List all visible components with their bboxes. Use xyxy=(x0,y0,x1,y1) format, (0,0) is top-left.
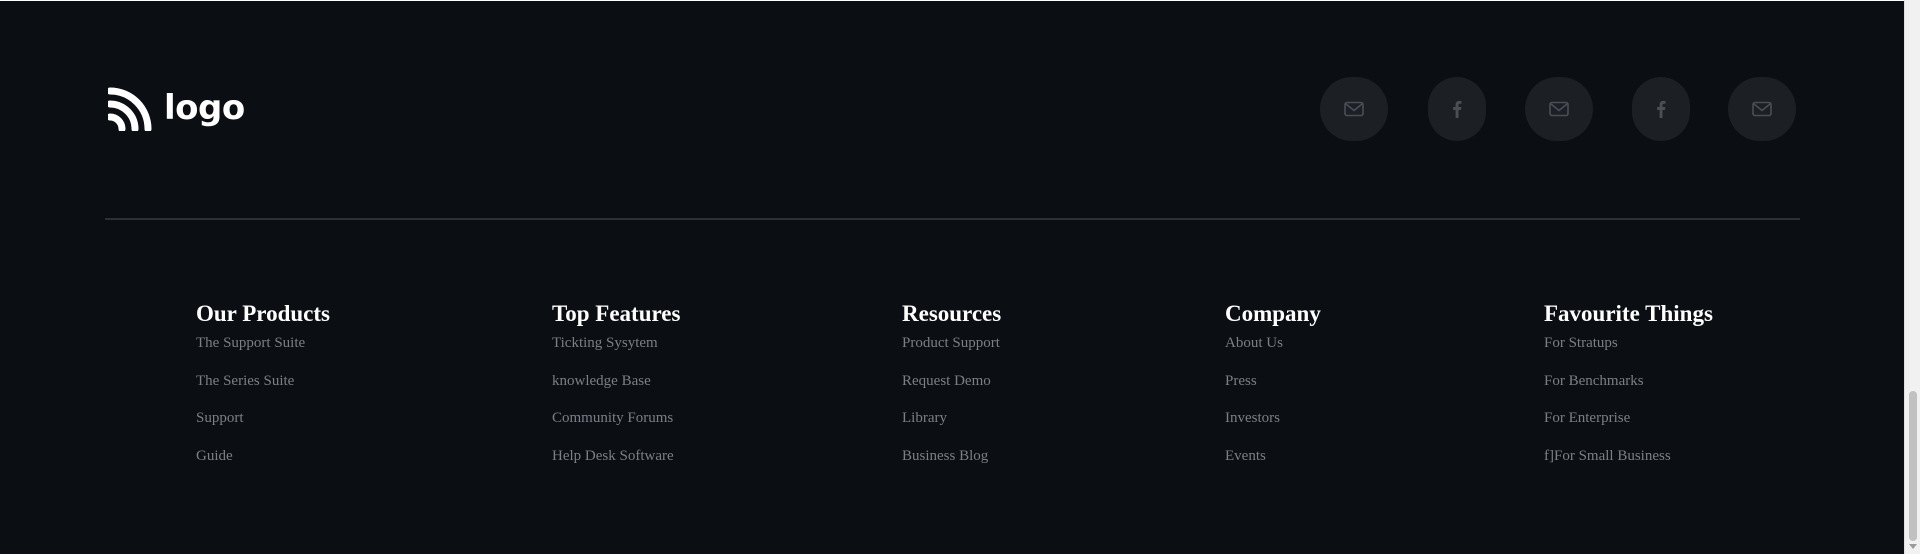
column-title: Favourite Things xyxy=(1544,301,1713,326)
footer-link[interactable]: Investors xyxy=(1225,410,1280,426)
footer-link[interactable]: The Series Suite xyxy=(196,373,294,389)
facebook-icon xyxy=(1657,100,1666,118)
footer-link[interactable]: For Enterprise xyxy=(1544,410,1630,426)
footer-link[interactable]: Help Desk Software xyxy=(552,448,674,464)
logo-text: logo xyxy=(164,88,245,128)
footer-link[interactable]: For Benchmarks xyxy=(1544,373,1644,389)
column-title: Top Features xyxy=(552,301,681,326)
footer-link[interactable]: Community Forums xyxy=(552,410,673,426)
column-title: Resources xyxy=(902,301,1002,326)
footer-link[interactable]: For Stratups xyxy=(1544,335,1618,351)
footer-column-favourite-things: Favourite Things For Stratups For Benchm… xyxy=(1544,299,1713,481)
footer-column-resources: Resources Product Support Request Demo L… xyxy=(902,299,1001,481)
mail-icon xyxy=(1549,101,1569,117)
footer-column-top-features: Top Features Tickting Sysytem knowledge … xyxy=(552,299,680,481)
footer-link[interactable]: Press xyxy=(1225,373,1257,389)
footer-link[interactable]: Library xyxy=(902,410,947,426)
footer-column-company: Company About Us Press Investors Events xyxy=(1225,299,1321,481)
scroll-down-arrow-icon[interactable] xyxy=(1909,544,1917,549)
mail-icon xyxy=(1752,101,1772,117)
logo-mark-icon xyxy=(108,87,152,131)
social-email-button-2[interactable] xyxy=(1525,77,1593,141)
footer-link[interactable]: Business Blog xyxy=(902,448,988,464)
column-title: Company xyxy=(1225,301,1321,326)
social-facebook-button-2[interactable] xyxy=(1632,77,1690,141)
scrollbar-thumb[interactable] xyxy=(1909,391,1917,541)
footer-link[interactable]: The Support Suite xyxy=(196,335,305,351)
footer-divider xyxy=(105,218,1800,220)
footer-link[interactable]: Support xyxy=(196,410,244,426)
footer-link[interactable]: Guide xyxy=(196,448,233,464)
footer-logo[interactable]: logo xyxy=(108,87,245,131)
mail-icon xyxy=(1344,101,1364,117)
facebook-icon xyxy=(1453,100,1462,118)
footer-column-our-products: Our Products The Support Suite The Serie… xyxy=(196,299,330,481)
social-email-button-3[interactable] xyxy=(1728,77,1796,141)
footer-link[interactable]: About Us xyxy=(1225,335,1283,351)
footer-link[interactable]: Events xyxy=(1225,448,1266,464)
footer-link[interactable]: Tickting Sysytem xyxy=(552,335,658,351)
vertical-scrollbar[interactable] xyxy=(1904,0,1920,554)
social-facebook-button-1[interactable] xyxy=(1428,77,1486,141)
column-title: Our Products xyxy=(196,301,330,326)
footer-link[interactable]: Request Demo xyxy=(902,373,991,389)
footer-link[interactable]: Product Support xyxy=(902,335,1000,351)
footer-link[interactable]: f]For Small Business xyxy=(1544,448,1671,464)
social-email-button-1[interactable] xyxy=(1320,77,1388,141)
site-footer: logo Our Products The Support Suite The … xyxy=(0,1,1904,554)
footer-link[interactable]: knowledge Base xyxy=(552,373,651,389)
